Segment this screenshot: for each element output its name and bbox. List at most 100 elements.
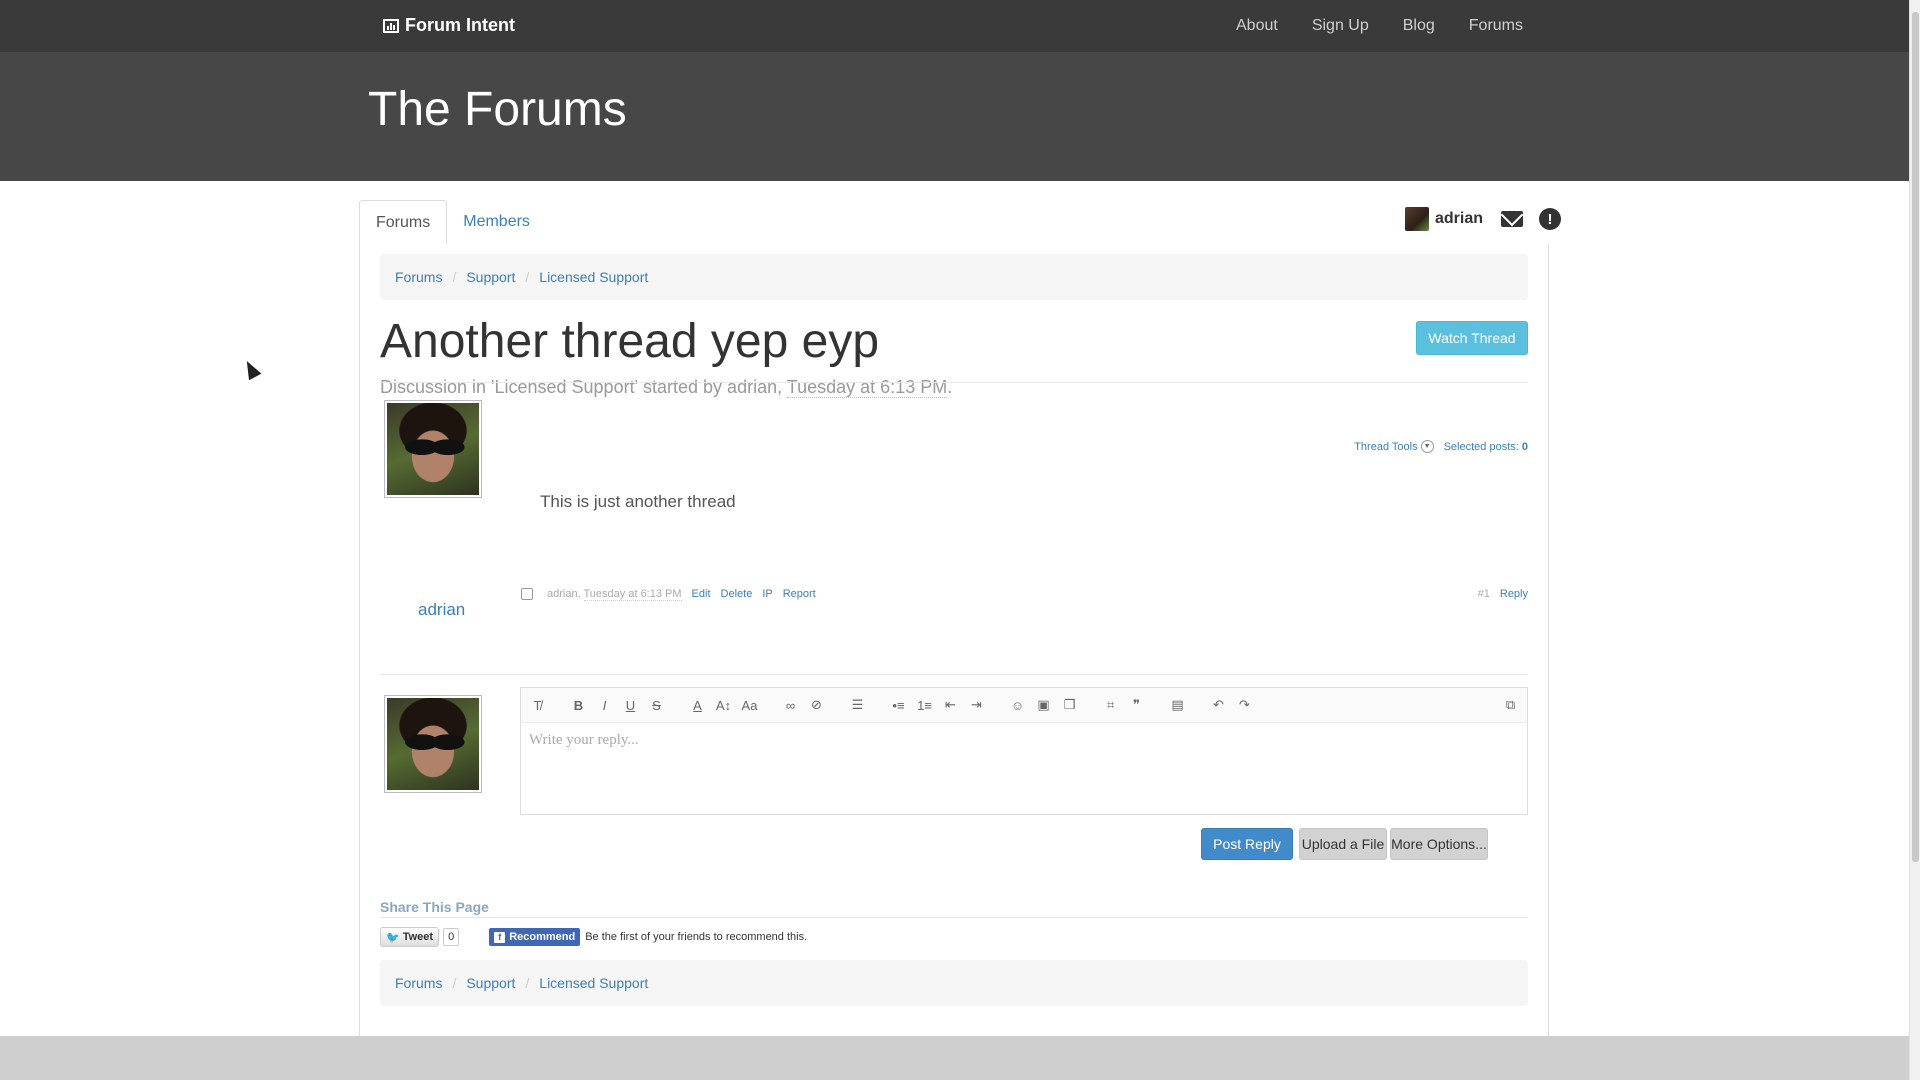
brand-logo[interactable]: Forum Intent <box>383 15 515 36</box>
code-icon[interactable]: ⌗ <box>1102 697 1119 713</box>
breadcrumb-separator: / <box>452 975 457 991</box>
page-scrollbar[interactable] <box>1909 0 1920 1080</box>
envelope-icon[interactable] <box>1501 211 1524 227</box>
main-panel: Forums / Support / Licensed Support Anot… <box>359 244 1549 1036</box>
toggle-source-icon[interactable]: ⧉ <box>1502 697 1519 713</box>
redo-icon[interactable]: ↷ <box>1236 697 1253 713</box>
share-title: Share This Page <box>380 899 489 915</box>
selected-posts-label: Selected posts: <box>1443 440 1522 453</box>
more-options-button[interactable]: More Options... <box>1390 828 1488 860</box>
underline-icon[interactable]: U <box>622 698 639 713</box>
facebook-recommend-button[interactable]: f Recommend <box>489 928 581 946</box>
select-post-checkbox[interactable] <box>521 588 533 600</box>
bold-icon[interactable]: B <box>570 698 587 713</box>
thread-tools-label: Thread Tools <box>1354 440 1418 453</box>
italic-icon[interactable]: I <box>596 698 613 713</box>
mouse-cursor-icon <box>240 357 262 381</box>
brand-name: Forum Intent <box>405 15 515 35</box>
font-size-icon[interactable]: A↕ <box>715 698 732 713</box>
user-bar: adrian ! <box>1405 207 1562 231</box>
quote-icon[interactable]: ❞ <box>1128 697 1145 713</box>
bar-chart-icon <box>383 18 399 33</box>
user-name-link[interactable]: adrian <box>1435 210 1483 228</box>
breadcrumb-separator: / <box>525 975 530 991</box>
thread-description: Discussion in 'Licensed Support' started… <box>380 377 952 398</box>
breadcrumb-separator: / <box>525 269 530 285</box>
nav-links: About Sign Up Blog Forums <box>1236 0 1523 52</box>
breadcrumb-forums[interactable]: Forums <box>395 269 442 285</box>
breadcrumb-support[interactable]: Support <box>466 269 515 285</box>
post-reply-button[interactable]: Post Reply <box>1201 828 1293 860</box>
undo-icon[interactable]: ↶ <box>1210 697 1227 713</box>
facebook-icon: f <box>494 931 506 943</box>
post-ip-link[interactable]: IP <box>762 588 772 600</box>
strikethrough-icon[interactable]: S <box>648 698 665 713</box>
reply-avatar[interactable] <box>384 695 482 793</box>
font-family-icon[interactable]: Aa <box>741 698 758 713</box>
post-author-name[interactable]: adrian <box>418 600 465 620</box>
tab-forums[interactable]: Forums <box>359 200 448 246</box>
nav-link-sign-up[interactable]: Sign Up <box>1312 17 1369 35</box>
post-report-link[interactable]: Report <box>783 588 816 600</box>
thread-title: Another thread yep eyp <box>380 315 880 368</box>
tab-members[interactable]: Members <box>447 200 546 244</box>
breadcrumb-licensed-support[interactable]: Licensed Support <box>539 975 648 991</box>
smiley-icon[interactable]: ☺ <box>1009 698 1026 713</box>
discussion-date: Tuesday at 6:13 PM <box>786 377 948 398</box>
align-icon[interactable]: ☰ <box>849 697 866 713</box>
post-delete-link[interactable]: Delete <box>721 588 753 600</box>
link-icon[interactable]: ∞ <box>782 698 799 713</box>
breadcrumb-support[interactable]: Support <box>466 975 515 991</box>
scrollbar-thumb[interactable] <box>1912 12 1919 862</box>
tweet-count: 0 <box>443 928 460 946</box>
remove-format-icon[interactable]: T̸ <box>529 698 546 713</box>
footer-strip <box>0 1036 1909 1080</box>
reply-editor[interactable]: T̸ B I U S A A↕ Aa ∞ ⊘ ☰ •≡ 1≡ ⇤ ⇥ ☺ ▣ ❐… <box>520 687 1528 815</box>
upload-file-button[interactable]: Upload a File <box>1299 828 1387 860</box>
selected-posts[interactable]: Selected posts: 0 <box>1444 441 1528 453</box>
facebook-recommend-text: Be the first of your friends to recommen… <box>585 931 808 943</box>
breadcrumb-separator: / <box>452 269 457 285</box>
post-meta: adrian, Tuesday at 6:13 PM Edit Delete I… <box>521 588 816 601</box>
nav-link-about[interactable]: About <box>1236 17 1278 35</box>
numbered-list-icon[interactable]: 1≡ <box>916 698 933 713</box>
divider <box>380 674 1528 675</box>
nav-link-blog[interactable]: Blog <box>1403 17 1435 35</box>
save-draft-icon[interactable]: ▤ <box>1169 697 1186 713</box>
post-author-avatar[interactable] <box>384 400 482 498</box>
bullet-list-icon[interactable]: •≡ <box>890 698 907 713</box>
tweet-button[interactable]: 🐦 Tweet <box>380 927 440 947</box>
breadcrumb-licensed-support[interactable]: Licensed Support <box>539 269 648 285</box>
thread-tools-menu[interactable]: Thread Tools ▼ <box>1354 440 1434 453</box>
post-meta-info: adrian, Tuesday at 6:13 PM <box>547 588 682 601</box>
post-number-link[interactable]: #1 <box>1478 588 1490 600</box>
twitter-bird-icon: 🐦 <box>386 931 400 944</box>
editor-toolbar: T̸ B I U S A A↕ Aa ∞ ⊘ ☰ •≡ 1≡ ⇤ ⇥ ☺ ▣ ❐… <box>521 688 1527 723</box>
outdent-icon[interactable]: ⇤ <box>942 697 959 713</box>
post-reply-link[interactable]: Reply <box>1500 588 1528 600</box>
breadcrumb: Forums / Support / Licensed Support <box>380 254 1528 300</box>
divider <box>380 382 1528 383</box>
divider <box>380 917 1528 918</box>
alert-icon[interactable]: ! <box>1539 208 1562 230</box>
section-tabs: Forums Members <box>359 200 546 246</box>
thread-tools-bar: Thread Tools ▼ Selected posts: 0 <box>1354 440 1528 453</box>
user-avatar[interactable] <box>1405 207 1429 231</box>
breadcrumb-bottom: Forums / Support / Licensed Support <box>380 960 1528 1006</box>
media-icon[interactable]: ❐ <box>1061 697 1078 713</box>
hero-banner: The Forums <box>0 52 1909 181</box>
post-edit-link[interactable]: Edit <box>692 588 711 600</box>
chevron-down-icon: ▼ <box>1420 440 1434 453</box>
unlink-icon[interactable]: ⊘ <box>808 697 825 713</box>
hero-title: The Forums <box>368 83 627 136</box>
reply-input-placeholder[interactable]: Write your reply... <box>529 732 639 749</box>
image-icon[interactable]: ▣ <box>1035 697 1052 713</box>
text-color-icon[interactable]: A <box>689 698 706 713</box>
breadcrumb-forums[interactable]: Forums <box>395 975 442 991</box>
watch-thread-button[interactable]: Watch Thread <box>1416 321 1528 355</box>
top-navbar: Forum Intent About Sign Up Blog Forums <box>0 0 1909 52</box>
indent-icon[interactable]: ⇥ <box>968 697 985 713</box>
nav-link-forums[interactable]: Forums <box>1469 17 1523 35</box>
discussion-suffix: . <box>947 377 953 397</box>
share-buttons: 🐦 Tweet 0 f Recommend Be the first of your… <box>380 927 807 947</box>
